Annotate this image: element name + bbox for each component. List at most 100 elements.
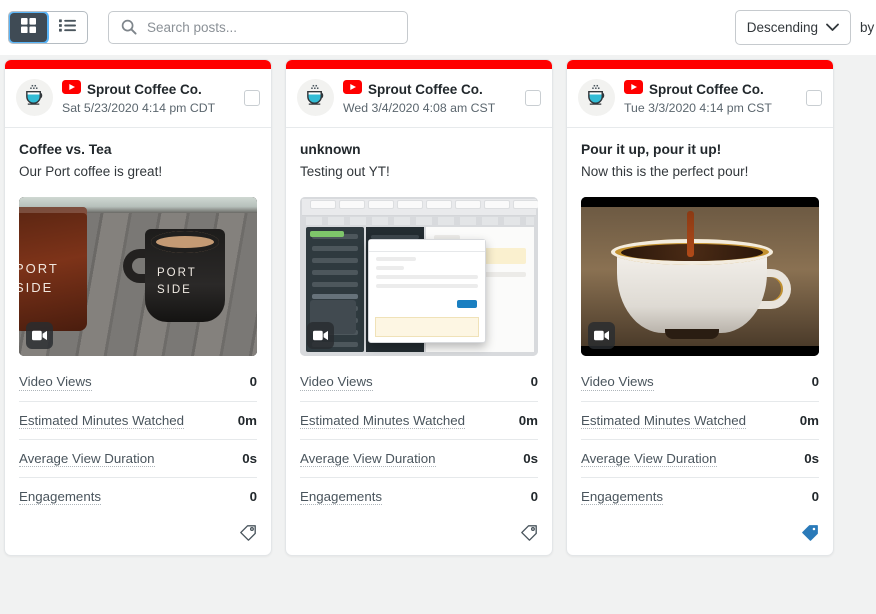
card-footer [5, 515, 271, 555]
sort-direction-label: Descending [747, 20, 818, 35]
metric-value: 0m [519, 413, 538, 428]
card-body: unknown Testing out YT! [286, 128, 552, 181]
grid-icon [21, 18, 36, 38]
search-field [108, 11, 408, 44]
metric-label[interactable]: Engagements [19, 489, 101, 505]
post-title: Coffee vs. Tea [19, 142, 257, 157]
metric-value: 0 [250, 489, 257, 504]
avatar [16, 79, 53, 116]
metric-row: Engagements 0 [581, 478, 819, 515]
toolbar-right-group: Descending by [735, 0, 876, 55]
metric-label[interactable]: Average View Duration [581, 451, 717, 467]
select-post-checkbox[interactable] [244, 90, 260, 106]
post-text: Now this is the perfect pour! [581, 163, 819, 181]
card-header: Sprout Coffee Co. Tue 3/3/2020 4:14 pm C… [567, 69, 833, 128]
post-media-thumbnail[interactable] [581, 197, 819, 356]
card-footer [286, 515, 552, 555]
youtube-icon [624, 80, 643, 99]
metric-row: Engagements 0 [300, 478, 538, 515]
media-image [19, 197, 257, 356]
video-camera-icon [588, 322, 615, 349]
metric-label[interactable]: Average View Duration [19, 451, 155, 467]
post-timestamp: Tue 3/3/2020 4:14 pm CST [624, 101, 797, 115]
metric-label[interactable]: Average View Duration [300, 451, 436, 467]
avatar [578, 79, 615, 116]
profile-name: Sprout Coffee Co. [649, 82, 764, 97]
video-camera-icon [26, 322, 53, 349]
post-card[interactable]: Sprout Coffee Co. Sat 5/23/2020 4:14 pm … [4, 59, 272, 556]
metric-value: 0s [242, 451, 257, 466]
metric-label[interactable]: Engagements [300, 489, 382, 505]
metric-value: 0 [531, 374, 538, 389]
sort-by-label: by [860, 20, 876, 35]
list-icon [59, 18, 76, 38]
metric-label[interactable]: Video Views [300, 374, 373, 390]
metric-value: 0m [238, 413, 257, 428]
metric-row: Estimated Minutes Watched 0m [581, 402, 819, 440]
metric-label[interactable]: Video Views [581, 374, 654, 390]
metric-label[interactable]: Engagements [581, 489, 663, 505]
metric-row: Estimated Minutes Watched 0m [300, 402, 538, 440]
card-footer [567, 515, 833, 555]
avatar [297, 79, 334, 116]
post-title: unknown [300, 142, 538, 157]
tag-icon[interactable] [801, 524, 819, 542]
post-card[interactable]: Sprout Coffee Co. Wed 3/4/2020 4:08 am C… [285, 59, 553, 556]
coffee-cup-icon [304, 84, 327, 112]
card-header-text: Sprout Coffee Co. Tue 3/3/2020 4:14 pm C… [624, 80, 797, 115]
video-camera-icon [307, 322, 334, 349]
select-post-checkbox[interactable] [525, 90, 541, 106]
view-mode-toggle [8, 11, 88, 44]
metric-row: Estimated Minutes Watched 0m [19, 402, 257, 440]
media-image [581, 197, 819, 356]
metric-label[interactable]: Estimated Minutes Watched [19, 413, 184, 429]
profile-name: Sprout Coffee Co. [368, 82, 483, 97]
metric-row: Average View Duration 0s [19, 440, 257, 478]
coffee-cup-icon [585, 84, 608, 112]
metric-label[interactable]: Estimated Minutes Watched [300, 413, 465, 429]
card-body: Coffee vs. Tea Our Port coffee is great! [5, 128, 271, 181]
profile-row: Sprout Coffee Co. [62, 80, 235, 99]
profile-row: Sprout Coffee Co. [343, 80, 516, 99]
sort-direction-select[interactable]: Descending [735, 10, 851, 45]
metric-row: Video Views 0 [300, 370, 538, 401]
network-accent-bar [286, 60, 552, 69]
metric-value: 0 [812, 489, 819, 504]
chevron-down-icon [826, 20, 839, 35]
metric-value: 0 [250, 374, 257, 389]
card-header: Sprout Coffee Co. Wed 3/4/2020 4:08 am C… [286, 69, 552, 128]
profile-row: Sprout Coffee Co. [624, 80, 797, 99]
metric-row: Video Views 0 [19, 370, 257, 401]
post-timestamp: Wed 3/4/2020 4:08 am CST [343, 101, 516, 115]
post-metrics: Video Views 0 Estimated Minutes Watched … [19, 370, 257, 515]
list-view-button[interactable] [48, 12, 87, 43]
post-text: Testing out YT! [300, 163, 538, 181]
metric-label[interactable]: Estimated Minutes Watched [581, 413, 746, 429]
metric-value: 0 [812, 374, 819, 389]
post-media-thumbnail[interactable] [19, 197, 257, 356]
profile-name: Sprout Coffee Co. [87, 82, 202, 97]
post-card[interactable]: Sprout Coffee Co. Tue 3/3/2020 4:14 pm C… [566, 59, 834, 556]
grid-view-button[interactable] [10, 13, 47, 42]
media-image [300, 197, 538, 356]
metric-label[interactable]: Video Views [19, 374, 92, 390]
metric-row: Engagements 0 [19, 478, 257, 515]
card-header: Sprout Coffee Co. Sat 5/23/2020 4:14 pm … [5, 69, 271, 128]
post-media-thumbnail[interactable] [300, 197, 538, 356]
network-accent-bar [5, 60, 271, 69]
select-post-checkbox[interactable] [806, 90, 822, 106]
post-timestamp: Sat 5/23/2020 4:14 pm CDT [62, 101, 235, 115]
metric-value: 0s [804, 451, 819, 466]
toolbar: Descending by [0, 0, 876, 55]
tag-icon[interactable] [520, 524, 538, 542]
search-input[interactable] [108, 11, 408, 44]
metric-row: Video Views 0 [581, 370, 819, 401]
metric-row: Average View Duration 0s [581, 440, 819, 478]
youtube-icon [62, 80, 81, 99]
card-header-text: Sprout Coffee Co. Wed 3/4/2020 4:08 am C… [343, 80, 516, 115]
network-accent-bar [567, 60, 833, 69]
post-metrics: Video Views 0 Estimated Minutes Watched … [300, 370, 538, 515]
post-title: Pour it up, pour it up! [581, 142, 819, 157]
tag-icon[interactable] [239, 524, 257, 542]
youtube-icon [343, 80, 362, 99]
